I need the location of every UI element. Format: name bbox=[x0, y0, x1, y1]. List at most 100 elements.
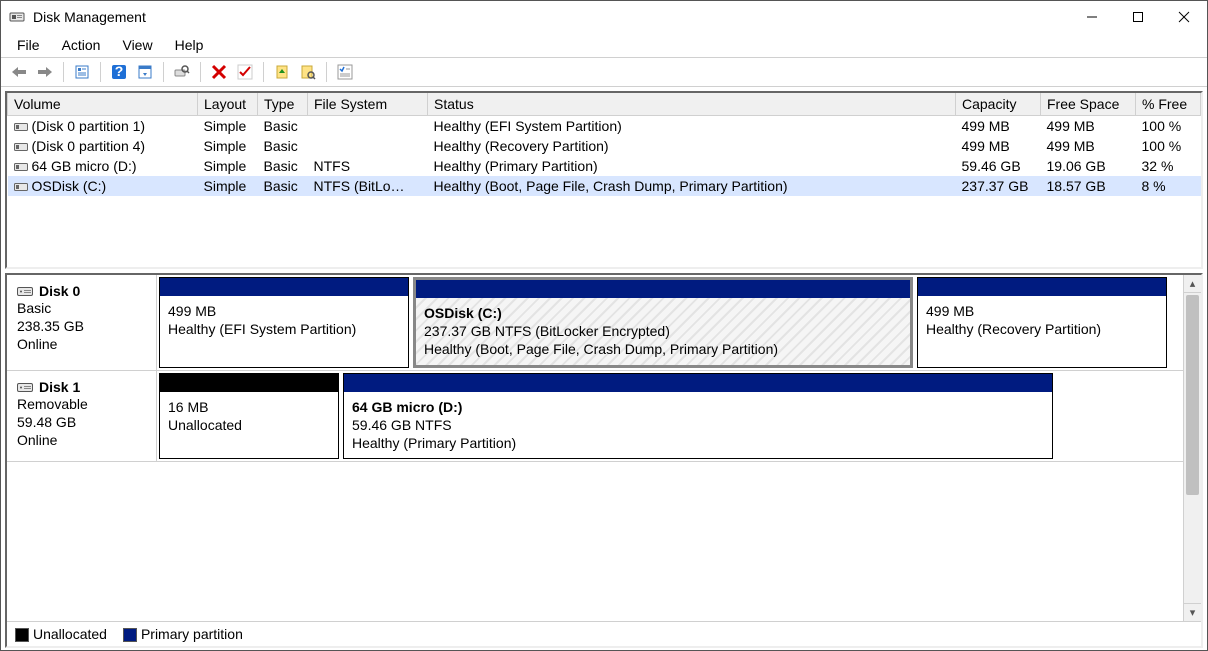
volume-layout: Simple bbox=[198, 136, 258, 156]
col-capacity[interactable]: Capacity bbox=[956, 93, 1041, 116]
list-icon[interactable] bbox=[333, 60, 357, 84]
disk-type: Removable bbox=[17, 395, 146, 413]
partition-color-bar bbox=[416, 280, 910, 298]
menubar: File Action View Help bbox=[1, 33, 1207, 57]
table-row[interactable]: (Disk 0 partition 1) SimpleBasic Healthy (… bbox=[8, 116, 1201, 137]
partition-size: 499 MB bbox=[168, 302, 400, 320]
partition-color-bar bbox=[918, 278, 1166, 296]
col-layout[interactable]: Layout bbox=[198, 93, 258, 116]
volume-type: Basic bbox=[258, 116, 308, 137]
volume-pct: 32 % bbox=[1136, 156, 1201, 176]
volume-free: 18.57 GB bbox=[1041, 176, 1136, 196]
volume-name: (Disk 0 partition 1) bbox=[32, 118, 146, 134]
partition-color-bar bbox=[160, 278, 408, 296]
partition-status: Healthy (EFI System Partition) bbox=[168, 320, 400, 338]
disk-status: Online bbox=[17, 335, 146, 353]
partition-primary[interactable]: 64 GB micro (D:)59.46 GB NTFSHealthy (Pr… bbox=[343, 373, 1053, 460]
disk-info[interactable]: Disk 0Basic238.35 GBOnline bbox=[7, 275, 157, 370]
partition-status: Healthy (Recovery Partition) bbox=[926, 320, 1158, 338]
disk-status: Online bbox=[17, 431, 146, 449]
volume-name: 64 GB micro (D:) bbox=[32, 158, 137, 174]
partition-primary[interactable]: 499 MBHealthy (Recovery Partition) bbox=[917, 277, 1167, 368]
disk-row: Disk 0Basic238.35 GBOnline499 MBHealthy … bbox=[7, 275, 1183, 371]
scrollbar-thumb[interactable] bbox=[1186, 295, 1199, 495]
maximize-button[interactable] bbox=[1115, 1, 1161, 33]
scroll-down-icon[interactable]: ▾ bbox=[1184, 603, 1201, 621]
volume-fs bbox=[308, 136, 428, 156]
check-icon[interactable] bbox=[233, 60, 257, 84]
volume-free: 499 MB bbox=[1041, 116, 1136, 137]
scan-icon[interactable] bbox=[296, 60, 320, 84]
partition-name: OSDisk (C:) bbox=[424, 304, 902, 322]
volume-fs: NTFS bbox=[308, 156, 428, 176]
primary-swatch-icon bbox=[123, 628, 137, 642]
delete-icon[interactable] bbox=[207, 60, 231, 84]
minimize-button[interactable] bbox=[1069, 1, 1115, 33]
partition-unallocated[interactable]: 16 MBUnallocated bbox=[159, 373, 339, 460]
app-icon bbox=[9, 9, 25, 25]
volume-pct: 100 % bbox=[1136, 136, 1201, 156]
legend: Unallocated Primary partition bbox=[7, 621, 1201, 646]
partition-status: Healthy (Boot, Page File, Crash Dump, Pr… bbox=[424, 340, 902, 358]
disk-title: Disk 1 bbox=[17, 379, 146, 395]
table-row[interactable]: OSDisk (C:)SimpleBasicNTFS (BitLo…Health… bbox=[8, 176, 1201, 196]
col-filesystem[interactable]: File System bbox=[308, 93, 428, 116]
partition-size: 16 MB bbox=[168, 398, 330, 416]
disk-row: Disk 1Removable59.48 GBOnline16 MBUnallo… bbox=[7, 371, 1183, 463]
volume-status: Healthy (EFI System Partition) bbox=[428, 116, 956, 137]
menu-help[interactable]: Help bbox=[165, 35, 214, 55]
close-button[interactable] bbox=[1161, 1, 1207, 33]
disk-size: 238.35 GB bbox=[17, 317, 146, 335]
col-status[interactable]: Status bbox=[428, 93, 956, 116]
col-freespace[interactable]: Free Space bbox=[1041, 93, 1136, 116]
help-icon[interactable]: ? bbox=[107, 60, 131, 84]
graphical-view-pane: Disk 0Basic238.35 GBOnline499 MBHealthy … bbox=[5, 273, 1203, 648]
titlebar: Disk Management bbox=[1, 1, 1207, 33]
menu-view[interactable]: View bbox=[112, 35, 162, 55]
properties-icon[interactable] bbox=[70, 60, 94, 84]
volume-fs: NTFS (BitLo… bbox=[308, 176, 428, 196]
disk-type: Basic bbox=[17, 299, 146, 317]
vertical-scrollbar[interactable]: ▴ ▾ bbox=[1183, 275, 1201, 621]
menu-file[interactable]: File bbox=[7, 35, 50, 55]
menu-action[interactable]: Action bbox=[52, 35, 111, 55]
forward-arrow-icon[interactable] bbox=[33, 60, 57, 84]
toolbar: ? bbox=[1, 57, 1207, 87]
volume-list-pane[interactable]: Volume Layout Type File System Status Ca… bbox=[5, 91, 1203, 269]
legend-primary: Primary partition bbox=[123, 626, 243, 642]
scroll-up-icon[interactable]: ▴ bbox=[1184, 275, 1201, 293]
volume-name: OSDisk (C:) bbox=[32, 178, 107, 194]
partition-status: Unallocated bbox=[168, 416, 330, 434]
show-hide-icon[interactable] bbox=[133, 60, 157, 84]
disk-management-window: Disk Management File Action View Help ? bbox=[0, 0, 1208, 651]
partition-color-bar bbox=[160, 374, 338, 392]
col-type[interactable]: Type bbox=[258, 93, 308, 116]
col-pctfree[interactable]: % Free bbox=[1136, 93, 1201, 116]
volume-table: Volume Layout Type File System Status Ca… bbox=[7, 93, 1201, 196]
partition-size: 237.37 GB NTFS (BitLocker Encrypted) bbox=[424, 322, 902, 340]
volume-capacity: 499 MB bbox=[956, 116, 1041, 137]
back-arrow-icon[interactable] bbox=[7, 60, 31, 84]
partition-primary[interactable]: 499 MBHealthy (EFI System Partition) bbox=[159, 277, 409, 368]
volume-layout: Simple bbox=[198, 176, 258, 196]
disk-info[interactable]: Disk 1Removable59.48 GBOnline bbox=[7, 371, 157, 462]
volume-type: Basic bbox=[258, 136, 308, 156]
table-row[interactable]: (Disk 0 partition 4)SimpleBasicHealthy (… bbox=[8, 136, 1201, 156]
volume-capacity: 499 MB bbox=[956, 136, 1041, 156]
table-row[interactable]: 64 GB micro (D:)SimpleBasicNTFSHealthy (… bbox=[8, 156, 1201, 176]
col-volume[interactable]: Volume bbox=[8, 93, 198, 116]
volume-pct: 8 % bbox=[1136, 176, 1201, 196]
legend-unallocated: Unallocated bbox=[15, 626, 107, 642]
partition-primary[interactable]: OSDisk (C:)237.37 GB NTFS (BitLocker Enc… bbox=[413, 277, 913, 368]
volume-free: 499 MB bbox=[1041, 136, 1136, 156]
partition-size: 499 MB bbox=[926, 302, 1158, 320]
volume-layout: Simple bbox=[198, 156, 258, 176]
partition-size: 59.46 GB NTFS bbox=[352, 416, 1044, 434]
disk-title: Disk 0 bbox=[17, 283, 146, 299]
partition-color-bar bbox=[344, 374, 1052, 392]
volume-capacity: 59.46 GB bbox=[956, 156, 1041, 176]
page-up-icon[interactable] bbox=[270, 60, 294, 84]
find-icon[interactable] bbox=[170, 60, 194, 84]
volume-layout: Simple bbox=[198, 116, 258, 137]
partition-name: 64 GB micro (D:) bbox=[352, 398, 1044, 416]
